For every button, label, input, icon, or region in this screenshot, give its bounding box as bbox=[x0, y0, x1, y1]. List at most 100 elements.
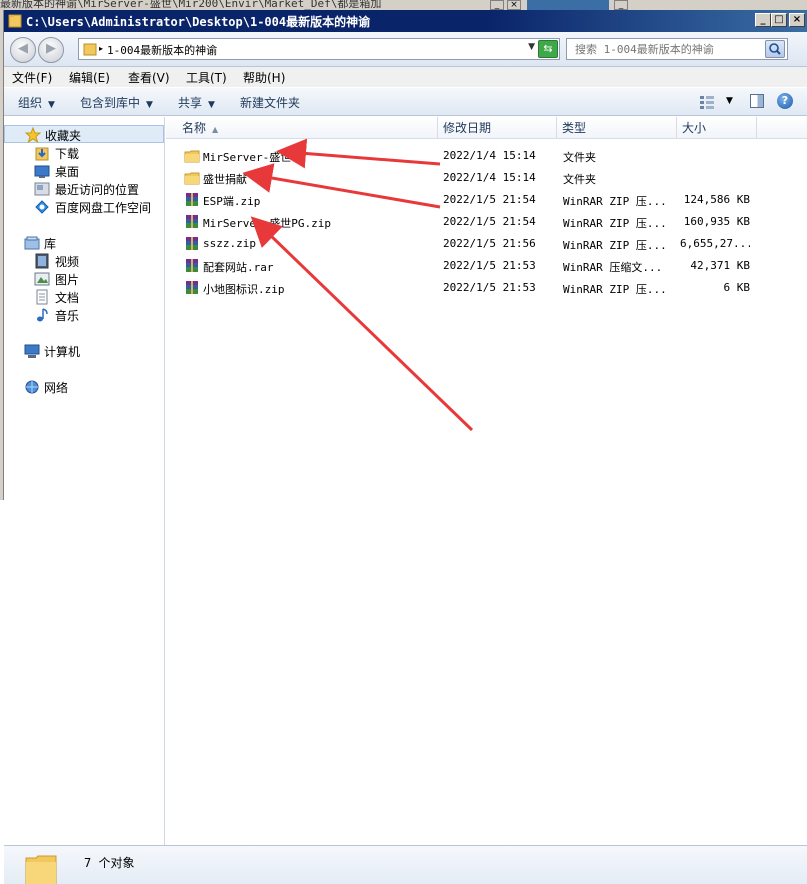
nav-network[interactable]: 网络 bbox=[4, 378, 164, 396]
video-icon bbox=[35, 253, 49, 269]
winrar-archive-icon bbox=[186, 193, 198, 206]
command-bar: 组织 ▼ 包含到库中 ▼ 共享 ▼ 新建文件夹 ▼ ? bbox=[4, 87, 807, 116]
file-name: 盛世捐献 bbox=[203, 173, 247, 186]
documents-icon bbox=[36, 289, 48, 305]
file-row[interactable]: MirServer-盛世PG.zip 2022/1/5 21:54 WinRAR… bbox=[166, 211, 807, 233]
menu-view[interactable]: 查看(V) bbox=[128, 69, 170, 86]
file-size: 160,935 KB bbox=[683, 215, 750, 228]
file-row[interactable]: ESP端.zip 2022/1/5 21:54 WinRAR ZIP 压... … bbox=[166, 189, 807, 211]
back-arrow-icon: ◀ bbox=[18, 41, 28, 56]
recent-places-icon bbox=[34, 182, 50, 196]
file-size: 6 KB bbox=[723, 281, 751, 294]
nav-libraries[interactable]: 库 bbox=[4, 234, 164, 252]
new-folder-button[interactable]: 新建文件夹 bbox=[240, 94, 300, 111]
organize-button[interactable]: 组织 ▼ bbox=[18, 94, 55, 111]
file-size: 124,586 KB bbox=[683, 193, 750, 206]
address-bar: ◀ ▶ ▸ 1-004最新版本的神谕 ▼ ⇆ bbox=[4, 32, 807, 67]
nav-baidu-workspace[interactable]: 百度网盘工作空间 bbox=[4, 198, 164, 216]
file-date: 2022/1/5 21:53 bbox=[443, 281, 536, 294]
file-type: WinRAR ZIP 压... bbox=[563, 283, 667, 296]
help-icon[interactable]: ? bbox=[777, 93, 793, 109]
nav-favorites[interactable]: 收藏夹 bbox=[4, 125, 164, 143]
file-date: 2022/1/5 21:56 bbox=[443, 237, 536, 250]
file-date: 2022/1/5 21:53 bbox=[443, 259, 536, 272]
explorer-screen: 最新版本的神谕\MirServer-盛世\Mir200\Envir\Market… bbox=[0, 0, 807, 884]
file-type: WinRAR 压缩文... bbox=[563, 261, 663, 274]
file-row[interactable]: 小地图标识.zip 2022/1/5 21:53 WinRAR ZIP 压...… bbox=[166, 277, 807, 299]
nav-downloads[interactable]: 下载 bbox=[4, 144, 164, 162]
background-close-button[interactable]: × bbox=[507, 0, 521, 10]
file-row[interactable]: MirServer-盛世 2022/1/4 15:14 文件夹 bbox=[166, 145, 807, 167]
file-row[interactable]: 盛世捐献 2022/1/4 15:14 文件夹 bbox=[166, 167, 807, 189]
view-dropdown-icon[interactable]: ▼ bbox=[726, 96, 733, 106]
navigation-pane: 收藏夹 下载 桌面 最近访问的位置 百度网盘工作空间 库 视频 图片 文档 音乐… bbox=[4, 117, 165, 845]
library-icon bbox=[24, 236, 40, 250]
file-date: 2022/1/4 15:14 bbox=[443, 149, 536, 162]
file-date: 2022/1/5 21:54 bbox=[443, 215, 536, 228]
menu-edit[interactable]: 编辑(E) bbox=[69, 69, 110, 86]
menu-file[interactable]: 文件(F) bbox=[12, 69, 52, 86]
breadcrumb-current[interactable]: 1-004最新版本的神谕 bbox=[107, 42, 217, 58]
menu-tools[interactable]: 工具(T) bbox=[186, 69, 227, 86]
address-dropdown-icon[interactable]: ▼ bbox=[528, 42, 535, 52]
forward-button[interactable]: ▶ bbox=[38, 37, 64, 63]
column-header-row: 名称 ▲ 修改日期 类型 大小 bbox=[166, 117, 807, 139]
nav-desktop[interactable]: 桌面 bbox=[4, 162, 164, 180]
view-options-icon[interactable] bbox=[699, 95, 715, 109]
music-icon bbox=[37, 308, 48, 322]
column-header-name[interactable]: 名称 ▲ bbox=[166, 117, 438, 139]
window-title: C:\Users\Administrator\Desktop\1-004最新版本… bbox=[26, 15, 371, 29]
chevron-down-icon: ▼ bbox=[146, 100, 153, 110]
file-name: ESP端.zip bbox=[203, 195, 261, 208]
winrar-archive-icon bbox=[186, 215, 198, 228]
background-window-title: 最新版本的神谕\MirServer-盛世\Mir200\Envir\Market… bbox=[0, 0, 382, 10]
menu-help[interactable]: 帮助(H) bbox=[243, 69, 285, 86]
minimize-button[interactable]: _ bbox=[755, 13, 771, 27]
background-minimize-button-2[interactable]: _ bbox=[614, 0, 628, 10]
desktop-icon bbox=[34, 165, 50, 178]
maximize-button[interactable]: □ bbox=[771, 13, 787, 27]
winrar-archive-icon bbox=[186, 259, 198, 272]
file-row[interactable]: sszz.zip 2022/1/5 21:56 WinRAR ZIP 压... … bbox=[166, 233, 807, 255]
column-header-date[interactable]: 修改日期 bbox=[438, 117, 557, 139]
file-type: WinRAR ZIP 压... bbox=[563, 195, 667, 208]
file-type: WinRAR ZIP 压... bbox=[563, 239, 667, 252]
folder-icon bbox=[184, 150, 200, 163]
search-input[interactable] bbox=[567, 39, 762, 59]
nav-music[interactable]: 音乐 bbox=[4, 306, 164, 324]
refresh-button[interactable]: ⇆ bbox=[538, 40, 558, 58]
address-field[interactable]: ▸ 1-004最新版本的神谕 ▼ bbox=[78, 38, 560, 60]
preview-pane-icon[interactable] bbox=[750, 94, 764, 108]
search-icon[interactable] bbox=[765, 40, 785, 58]
column-header-type[interactable]: 类型 bbox=[557, 117, 677, 139]
folder-icon bbox=[8, 14, 22, 28]
title-bar: C:\Users\Administrator\Desktop\1-004最新版本… bbox=[4, 10, 807, 32]
share-button[interactable]: 共享 ▼ bbox=[178, 94, 215, 111]
nav-documents[interactable]: 文档 bbox=[4, 288, 164, 306]
winrar-archive-icon bbox=[186, 237, 198, 250]
nav-pictures[interactable]: 图片 bbox=[4, 270, 164, 288]
file-name: 小地图标识.zip bbox=[203, 283, 285, 296]
file-size: 42,371 KB bbox=[690, 259, 750, 272]
search-box bbox=[566, 38, 788, 60]
column-header-size[interactable]: 大小 bbox=[677, 117, 757, 139]
background-minimize-button[interactable]: _ bbox=[490, 0, 504, 10]
star-icon bbox=[25, 127, 41, 143]
nav-videos[interactable]: 视频 bbox=[4, 252, 164, 270]
nav-computer[interactable]: 计算机 bbox=[4, 342, 164, 360]
back-button[interactable]: ◀ bbox=[10, 37, 36, 63]
file-size: 6,655,27... bbox=[680, 237, 750, 250]
close-button[interactable]: × bbox=[789, 13, 805, 27]
baidu-netdisk-icon bbox=[35, 200, 49, 214]
include-in-library-button[interactable]: 包含到库中 ▼ bbox=[80, 94, 153, 111]
chevron-down-icon: ▼ bbox=[208, 100, 215, 110]
downloads-icon bbox=[35, 147, 49, 161]
file-date: 2022/1/5 21:54 bbox=[443, 193, 536, 206]
file-name: sszz.zip bbox=[203, 237, 256, 250]
file-list: 名称 ▲ 修改日期 类型 大小 MirServer-盛世 2022/1/4 15:… bbox=[166, 117, 807, 845]
file-date: 2022/1/4 15:14 bbox=[443, 171, 536, 184]
file-row[interactable]: 配套网站.rar 2022/1/5 21:53 WinRAR 压缩文... 42… bbox=[166, 255, 807, 277]
status-bar: 7 个对象 bbox=[4, 845, 807, 884]
chevron-down-icon: ▼ bbox=[48, 100, 55, 110]
nav-recent-places[interactable]: 最近访问的位置 bbox=[4, 180, 164, 198]
